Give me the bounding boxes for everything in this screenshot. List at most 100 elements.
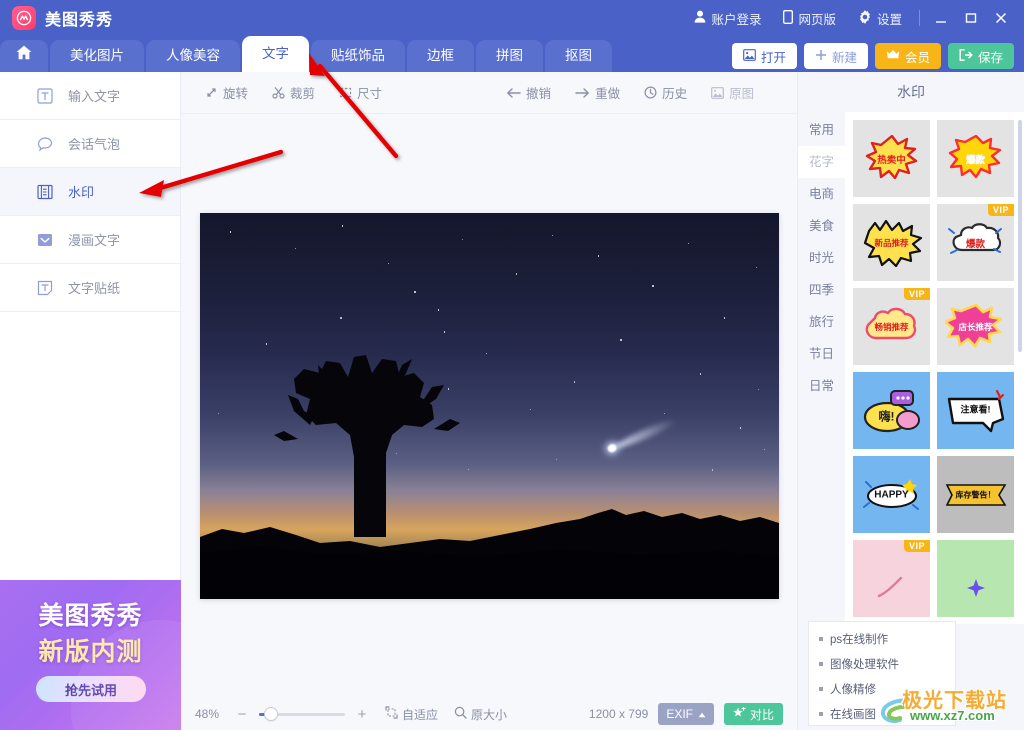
promo-banner[interactable]: 美图秀秀 新版内测 抢先试用 (0, 580, 181, 730)
sticker-item[interactable]: 嗨! (853, 372, 930, 449)
sidebar-item-watermark[interactable]: 水印 (0, 168, 180, 216)
category-festival[interactable]: 节日 (798, 338, 845, 370)
home-icon (16, 40, 32, 72)
actual-size-button[interactable]: 原大小 (454, 706, 507, 723)
tab-collage[interactable]: 拼图 (476, 40, 543, 72)
sticker-item[interactable]: VIP 畅销推荐 (853, 288, 930, 365)
burst-shape: 新品推荐 (861, 219, 923, 267)
oval-badge-shape: HAPPY (861, 471, 923, 519)
link-item[interactable]: 人像精修 (819, 681, 945, 697)
save-button[interactable]: 保存 (947, 43, 1014, 69)
web-version-button[interactable]: 网页版 (772, 0, 847, 36)
tab-border[interactable]: 边框 (407, 40, 474, 72)
link-label: 在线画图 (830, 709, 876, 721)
new-label: 新建 (831, 50, 857, 65)
sidebar-item-input-text[interactable]: 输入文字 (0, 72, 180, 120)
sticker-grid: 热卖中 爆款 新品推荐 VIP 爆款 VIP 畅销推荐 店长推荐 嗨! 注意看!… (853, 120, 1016, 617)
actual-size-label: 原大小 (471, 707, 508, 722)
open-button[interactable]: 打开 (731, 43, 797, 69)
tab-cutout[interactable]: 抠图 (545, 40, 612, 72)
category-food[interactable]: 美食 (798, 210, 845, 242)
rotate-button[interactable]: 旋转 (193, 83, 260, 102)
crop-icon (272, 86, 285, 99)
settings-button[interactable]: 设置 (847, 0, 913, 36)
fit-screen-button[interactable]: 自适应 (385, 706, 438, 723)
category-common[interactable]: 常用 (798, 114, 845, 146)
edited-image[interactable] (199, 213, 779, 599)
history-button[interactable]: 历史 (632, 83, 699, 102)
right-panel-body: 常用 花字 电商 美食 时光 四季 旅行 节日 日常 热卖中 爆款 新品推荐 V… (798, 112, 1024, 624)
center-workspace: 旋转 裁剪 尺寸 撤销 重做 历史 原图 48% − + 自适应 原大小 120… (181, 72, 797, 730)
sidebar-item-speech-bubble[interactable]: 会话气泡 (0, 120, 180, 168)
compare-button[interactable]: 对比 (723, 703, 783, 725)
link-item[interactable]: 在线画图 (819, 706, 945, 722)
vip-badge: VIP (987, 204, 1014, 216)
promo-try-button[interactable]: 抢先试用 (36, 676, 146, 702)
sticker-item[interactable]: 新品推荐 (853, 204, 930, 281)
resize-button[interactable]: 尺寸 (327, 83, 394, 102)
sticker-item[interactable]: HAPPY (853, 456, 930, 533)
plus-icon (815, 49, 827, 64)
close-icon[interactable] (986, 0, 1016, 36)
sticker-label: 爆款 (965, 238, 986, 250)
link-item[interactable]: 图像处理软件 (819, 656, 945, 672)
sticker-label: 注意看! (960, 404, 991, 415)
sticker-grid-scrollbar[interactable] (1018, 120, 1022, 352)
sticker-item[interactable] (937, 540, 1014, 617)
tab-label: 人像美容 (166, 48, 220, 63)
ribbon-shape: 库存警告！ (945, 483, 1007, 507)
text-input-icon (36, 87, 54, 105)
tab-label: 贴纸饰品 (331, 48, 385, 63)
resize-icon (339, 86, 352, 99)
sticker-item[interactable]: 注意看! (937, 372, 1014, 449)
link-item[interactable]: ps在线制作 (819, 631, 945, 647)
rotate-label: 旋转 (223, 87, 249, 101)
sidebar-item-comic-text[interactable]: 漫画文字 (0, 216, 180, 264)
new-button[interactable]: 新建 (803, 43, 868, 69)
sticker-item[interactable]: 爆款 (937, 120, 1014, 197)
crop-button[interactable]: 裁剪 (260, 83, 327, 102)
zoom-slider-knob[interactable] (265, 708, 277, 720)
sticker-label: 畅销推荐 (874, 321, 909, 332)
sticker-item[interactable]: VIP (853, 540, 930, 617)
rotate-icon (205, 86, 218, 99)
sticker-item[interactable]: VIP 爆款 (937, 204, 1014, 281)
image-icon (743, 48, 756, 64)
original-image-icon (711, 86, 724, 99)
original-image-button[interactable]: 原图 (699, 83, 766, 102)
tab-portrait-beauty[interactable]: 人像美容 (146, 40, 240, 72)
vip-button[interactable]: 会员 (874, 43, 941, 69)
titlebar-divider (919, 10, 920, 26)
sticker-item[interactable]: 库存警告！ (937, 456, 1014, 533)
redo-button[interactable]: 重做 (563, 83, 632, 102)
zoom-in-icon[interactable]: + (355, 706, 369, 723)
home-tab[interactable] (0, 40, 48, 72)
sidebar-item-label: 漫画文字 (68, 233, 121, 248)
maximize-icon[interactable] (956, 0, 986, 36)
tab-stickers[interactable]: 贴纸饰品 (311, 40, 405, 72)
zoom-slider[interactable] (259, 707, 345, 721)
account-login-button[interactable]: 账户登录 (683, 0, 772, 36)
category-travel[interactable]: 旅行 (798, 306, 845, 338)
watermark-icon (36, 183, 54, 201)
exif-button[interactable]: EXIF (658, 703, 714, 725)
category-ecommerce[interactable]: 电商 (798, 178, 845, 210)
canvas-area[interactable] (181, 114, 797, 698)
tab-beautify-photo[interactable]: 美化图片 (50, 40, 144, 72)
undo-button[interactable]: 撤销 (494, 83, 563, 102)
zoom-out-icon[interactable]: − (235, 706, 249, 723)
sticker-item[interactable]: 店长推荐 (937, 288, 1014, 365)
minimize-icon[interactable] (926, 0, 956, 36)
save-icon (959, 48, 973, 64)
sticker-label: 热卖中 (877, 154, 906, 166)
category-daily[interactable]: 日常 (798, 370, 845, 402)
category-fancy-text[interactable]: 花字 (798, 146, 845, 178)
tab-text[interactable]: 文字 (242, 36, 309, 72)
sticker-item[interactable]: 热卖中 (853, 120, 930, 197)
category-time[interactable]: 时光 (798, 242, 845, 274)
burst-shape: 爆款 (945, 134, 1007, 183)
category-seasons[interactable]: 四季 (798, 274, 845, 306)
bullet-icon (819, 662, 823, 666)
sidebar-item-text-sticker[interactable]: 文字贴纸 (0, 264, 180, 312)
left-sidebar: 输入文字 会话气泡 水印 漫画文字 文字贴纸 美图秀秀 新版内测 抢先试用 (0, 72, 181, 730)
